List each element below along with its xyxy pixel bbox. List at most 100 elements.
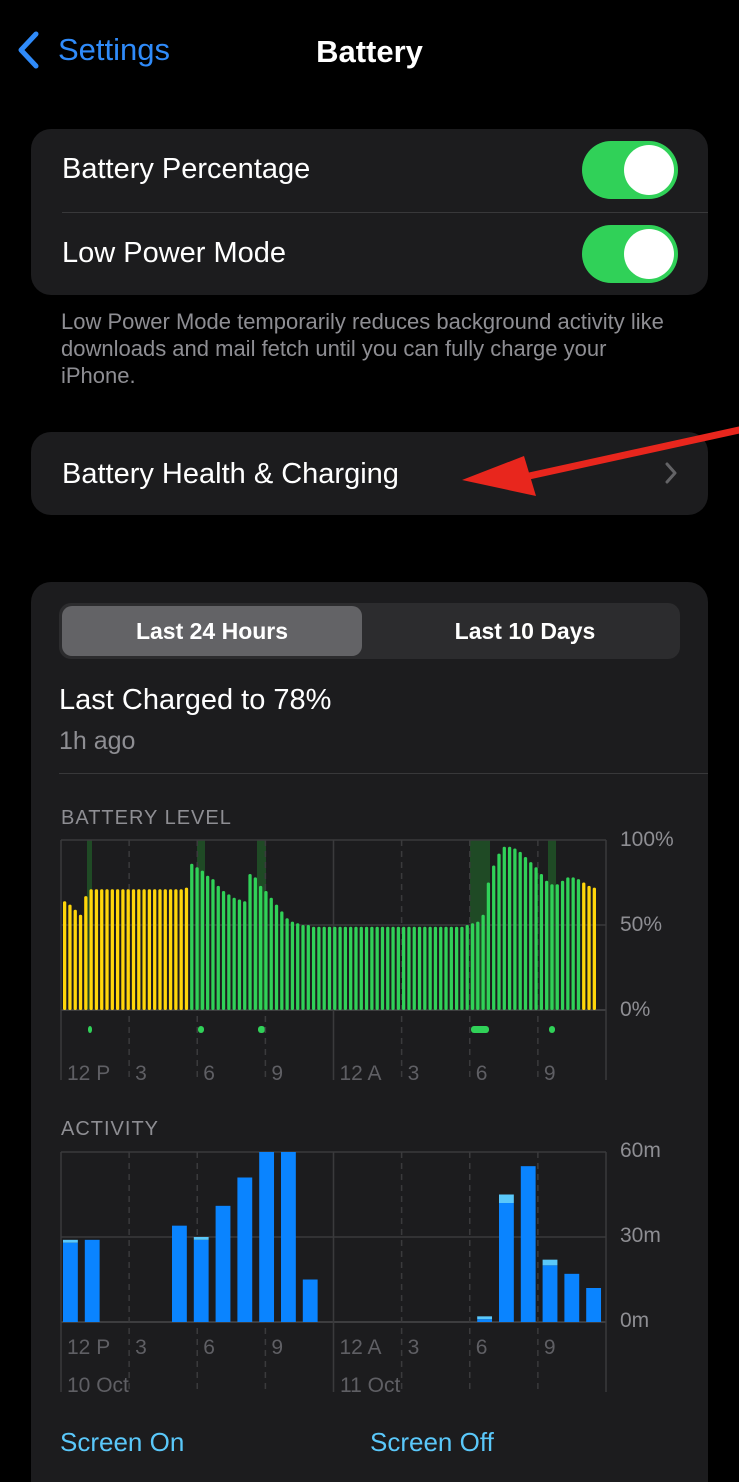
activity-bar-screen-off xyxy=(193,1237,209,1240)
battery-bar xyxy=(349,926,353,1010)
battery-bar xyxy=(486,882,491,1010)
battery-bar xyxy=(518,851,522,1010)
battery-bar xyxy=(433,926,438,1010)
x-tick-label: 6 xyxy=(476,1062,488,1085)
battery-bar xyxy=(296,923,300,1010)
battery-percentage-toggle[interactable] xyxy=(582,141,678,199)
battery-bar xyxy=(492,865,496,1010)
legend-screen-off: Screen Off xyxy=(370,1427,494,1457)
x-tick-label: 6 xyxy=(476,1336,488,1359)
low-power-footnote: Low Power Mode temporarily reduces backg… xyxy=(61,309,664,388)
activity-bar-screen-on xyxy=(63,1242,78,1322)
battery-bar xyxy=(89,889,93,1010)
x-tick-label: 3 xyxy=(135,1062,147,1085)
battery-bar xyxy=(100,889,104,1010)
activity-bar-screen-on xyxy=(237,1177,253,1322)
charging-marker xyxy=(198,1026,204,1033)
x-tick-label: 12 P xyxy=(67,1336,110,1359)
activity-bar-screen-off xyxy=(477,1316,493,1320)
toggle-knob xyxy=(624,229,674,279)
activity-bar-screen-on xyxy=(172,1225,187,1322)
activity-bar-screen-off xyxy=(63,1239,78,1243)
battery-bar xyxy=(529,862,533,1010)
activity-bar-screen-off xyxy=(542,1259,558,1266)
toggles-group: Battery Percentage Low Power Mode xyxy=(31,129,708,295)
battery-bar xyxy=(523,857,528,1010)
battery-bar xyxy=(497,853,501,1010)
battery-percentage-label: Battery Percentage xyxy=(62,153,311,185)
battery-bar xyxy=(190,863,194,1010)
battery-bar xyxy=(126,889,130,1010)
x-tick-label: 12 A xyxy=(340,1336,382,1359)
battery-bar xyxy=(502,846,506,1010)
segment-last-10-days[interactable]: Last 10 Days xyxy=(370,603,680,659)
battery-bar xyxy=(221,891,226,1010)
date-label: 11 Oct xyxy=(340,1374,400,1392)
charging-marker xyxy=(88,1026,92,1033)
battery-bar xyxy=(131,889,136,1010)
battery-bar xyxy=(63,901,67,1010)
battery-bar xyxy=(158,889,162,1010)
activity-bar-screen-on xyxy=(259,1152,275,1322)
last-charged-title: Last Charged to 78% xyxy=(59,684,332,716)
battery-bar xyxy=(333,926,337,1010)
battery-bar xyxy=(237,899,242,1010)
toggle-knob xyxy=(624,145,674,195)
x-tick-label: 9 xyxy=(271,1336,283,1359)
battery-bar xyxy=(587,885,591,1010)
low-power-mode-toggle[interactable] xyxy=(582,225,678,283)
time-range-segmented-control: Last 24 Hours Last 10 Days xyxy=(59,603,680,659)
activity-chart: 12 P 3 6 9 12 A 3 6 9 10 Oct 11 Oct xyxy=(60,1151,607,1392)
activity-bar-screen-on xyxy=(215,1205,231,1322)
battery-bar xyxy=(412,926,416,1010)
battery-bar xyxy=(301,925,305,1010)
battery-bar xyxy=(507,846,512,1010)
battery-bar xyxy=(423,926,427,1010)
activity-bar-screen-on xyxy=(193,1239,209,1322)
battery-bar xyxy=(163,889,167,1010)
battery-bar xyxy=(454,926,459,1010)
battery-bar xyxy=(184,887,189,1010)
low-power-mode-row: Low Power Mode xyxy=(31,213,708,295)
battery-bar xyxy=(592,887,596,1010)
battery-bar xyxy=(560,880,565,1010)
activity-bar-screen-off xyxy=(499,1194,514,1203)
battery-bar xyxy=(280,911,284,1010)
battery-bar xyxy=(539,874,544,1010)
battery-bar xyxy=(402,926,406,1010)
battery-bar xyxy=(407,926,411,1010)
battery-bar xyxy=(582,882,586,1010)
activity-bar-screen-on xyxy=(477,1319,493,1322)
x-tick-label: 3 xyxy=(408,1062,420,1085)
charging-marker xyxy=(471,1026,489,1033)
battery-bar xyxy=(121,889,125,1010)
battery-bar xyxy=(354,926,358,1010)
battery-bar xyxy=(258,885,263,1010)
battery-bar xyxy=(153,889,157,1010)
segment-last-24-hours[interactable]: Last 24 Hours xyxy=(59,603,365,659)
battery-bar xyxy=(206,875,210,1010)
battery-bar xyxy=(317,926,321,1010)
battery-bar xyxy=(147,889,152,1010)
battery-bar xyxy=(174,889,178,1010)
battery-bar xyxy=(545,880,549,1010)
y-tick-label: 0% xyxy=(620,998,651,1021)
battery-bar xyxy=(576,879,581,1010)
battery-bar xyxy=(343,926,348,1010)
battery-bar xyxy=(142,889,146,1010)
battery-bar xyxy=(253,877,257,1010)
battery-bar xyxy=(110,889,114,1010)
last-charged-time: 1h ago xyxy=(59,727,136,755)
battery-bar xyxy=(465,925,469,1010)
battery-bar xyxy=(200,870,205,1010)
battery-bar xyxy=(513,848,517,1010)
battery-bar xyxy=(78,914,83,1010)
battery-bar xyxy=(322,926,326,1010)
charging-marker xyxy=(258,1026,265,1033)
battery-bar xyxy=(195,867,199,1010)
battery-bar xyxy=(269,897,273,1010)
activity-bar-screen-on xyxy=(302,1279,318,1322)
low-power-mode-label: Low Power Mode xyxy=(62,237,287,269)
battery-bar xyxy=(439,926,443,1010)
legend-screen-on: Screen On xyxy=(60,1427,185,1457)
